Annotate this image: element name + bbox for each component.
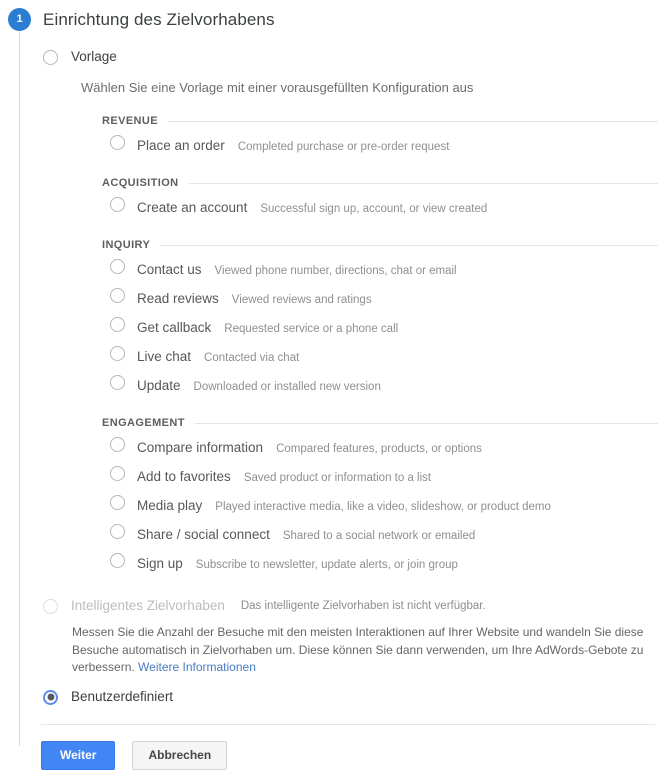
template-option-label: Contact us <box>137 262 202 277</box>
radio-template-option-icon[interactable] <box>110 288 125 303</box>
template-option-label: Update <box>137 378 181 393</box>
radio-smart-goal-label: Intelligentes Zielvorhaben <box>71 598 225 613</box>
page-title: Einrichtung des Zielvorhabens <box>43 10 275 29</box>
radio-template-option-icon[interactable] <box>110 524 125 539</box>
template-option-label: Share / social connect <box>137 527 270 542</box>
template-option-description: Completed purchase or pre-order request <box>237 141 450 153</box>
template-option-description: Played interactive media, like a video, … <box>215 501 551 513</box>
radio-template-option-icon[interactable] <box>110 197 125 212</box>
template-option-label: Place an order <box>137 138 225 153</box>
template-helper-text: Wählen Sie eine Vorlage mit einer voraus… <box>81 80 474 95</box>
footer-actions: Weiter Abbrechen <box>34 725 660 770</box>
template-option-label: Live chat <box>137 349 192 364</box>
radio-smart-goal-icon <box>43 599 58 614</box>
template-option-description: Successful sign up, account, or view cre… <box>260 203 488 215</box>
radio-template-option-icon[interactable] <box>110 135 125 150</box>
template-option-row[interactable]: Contact us Viewed phone number, direction… <box>34 256 660 285</box>
template-group-rule <box>167 120 658 122</box>
template-group: ENGAGEMENT Compare information Compared fe… <box>34 417 660 579</box>
template-option-description: Requested service or a phone call <box>224 323 399 335</box>
template-option-label: Media play <box>137 498 203 513</box>
template-group-header: REVENUE <box>34 115 660 127</box>
template-group-title: REVENUE <box>102 115 158 127</box>
template-group-rule <box>194 422 658 424</box>
template-group-rule <box>188 182 658 184</box>
template-group: REVENUE Place an order Completed purchase … <box>34 115 660 161</box>
template-group-header: ACQUISITION <box>34 177 660 189</box>
template-option-description: Viewed reviews and ratings <box>231 294 372 306</box>
template-option-row[interactable]: Media play Played interactive media, like… <box>34 492 660 521</box>
template-option-description: Contacted via chat <box>204 352 300 364</box>
radio-template-option-icon[interactable] <box>110 553 125 568</box>
smart-goal-unavailable-note: Das intelligente Zielvorhaben ist nicht … <box>240 600 486 612</box>
template-option-row[interactable]: Share / social connect Shared to a social… <box>34 521 660 550</box>
template-group-header: INQUIRY <box>34 239 660 251</box>
step-number-badge: 1 <box>8 8 31 31</box>
template-option-label: Add to favorites <box>137 469 231 484</box>
template-group-header: ENGAGEMENT <box>34 417 660 429</box>
radio-template-option-icon[interactable] <box>110 437 125 452</box>
radio-option-template[interactable]: Vorlage <box>34 49 660 65</box>
template-group: INQUIRY Contact us Viewed phone number, di… <box>34 239 660 401</box>
radio-template-option-icon[interactable] <box>110 375 125 390</box>
step-connector-line <box>19 30 20 746</box>
template-option-row[interactable]: Create an account Successful sign up, acc… <box>34 194 660 223</box>
template-option-row[interactable]: Live chat Contacted via chat <box>34 343 660 372</box>
radio-template-option-icon[interactable] <box>110 466 125 481</box>
template-option-row[interactable]: Read reviews Viewed reviews and ratings <box>34 285 660 314</box>
template-option-row[interactable]: Add to favorites Saved product or informa… <box>34 463 660 492</box>
radio-custom-label: Benutzerdefiniert <box>71 688 174 704</box>
template-group-rule <box>160 244 658 246</box>
template-groups: REVENUE Place an order Completed purchase … <box>34 115 660 579</box>
cancel-button[interactable]: Abbrechen <box>132 740 228 770</box>
radio-option-smart-goal: Intelligentes Zielvorhaben Das intellige… <box>34 598 660 615</box>
template-group-title: ACQUISITION <box>102 177 179 189</box>
radio-option-custom[interactable]: Benutzerdefiniert <box>34 689 660 705</box>
template-option-description: Downloaded or installed new version <box>193 381 381 393</box>
radio-template-label: Vorlage <box>71 49 117 64</box>
template-option-description: Saved product or information to a list <box>243 472 432 484</box>
template-option-row[interactable]: Compare information Compared features, pr… <box>34 434 660 463</box>
template-option-description: Subscribe to newsletter, update alerts, … <box>195 559 458 571</box>
template-group: ACQUISITION Create an account Successful s… <box>34 177 660 223</box>
template-group-title: ENGAGEMENT <box>102 417 185 429</box>
radio-custom-icon[interactable] <box>43 689 58 705</box>
radio-template-option-icon[interactable] <box>110 259 125 274</box>
template-option-label: Get callback <box>137 320 212 335</box>
template-group-title: INQUIRY <box>102 239 151 251</box>
step-rail: 1 <box>0 0 34 746</box>
template-option-label: Read reviews <box>137 291 219 306</box>
radio-template-option-icon[interactable] <box>110 346 125 361</box>
radio-template-icon[interactable] <box>43 50 58 65</box>
template-option-row[interactable]: Sign up Subscribe to newsletter, update a… <box>34 550 660 579</box>
template-option-description: Viewed phone number, directions, chat or… <box>214 265 457 277</box>
goal-setup-form: Einrichtung des Zielvorhabens Vorlage Wä… <box>34 0 660 770</box>
template-option-description: Compared features, products, or options <box>276 443 482 455</box>
template-option-label: Create an account <box>137 200 248 215</box>
template-option-description: Shared to a social network or emailed <box>282 530 476 542</box>
learn-more-link[interactable]: Weitere Informationen <box>138 660 256 674</box>
template-option-row[interactable]: Place an order Completed purchase or pre-… <box>34 132 660 161</box>
template-option-row[interactable]: Update Downloaded or installed new versio… <box>34 372 660 401</box>
radio-template-option-icon[interactable] <box>110 317 125 332</box>
continue-button[interactable]: Weiter <box>41 740 116 770</box>
template-option-row[interactable]: Get callback Requested service or a phone… <box>34 314 660 343</box>
template-option-label: Sign up <box>137 556 183 571</box>
radio-template-option-icon[interactable] <box>110 495 125 510</box>
template-option-label: Compare information <box>137 440 264 455</box>
smart-goal-description: Messen Sie die Anzahl der Besuche mit de… <box>72 624 660 677</box>
